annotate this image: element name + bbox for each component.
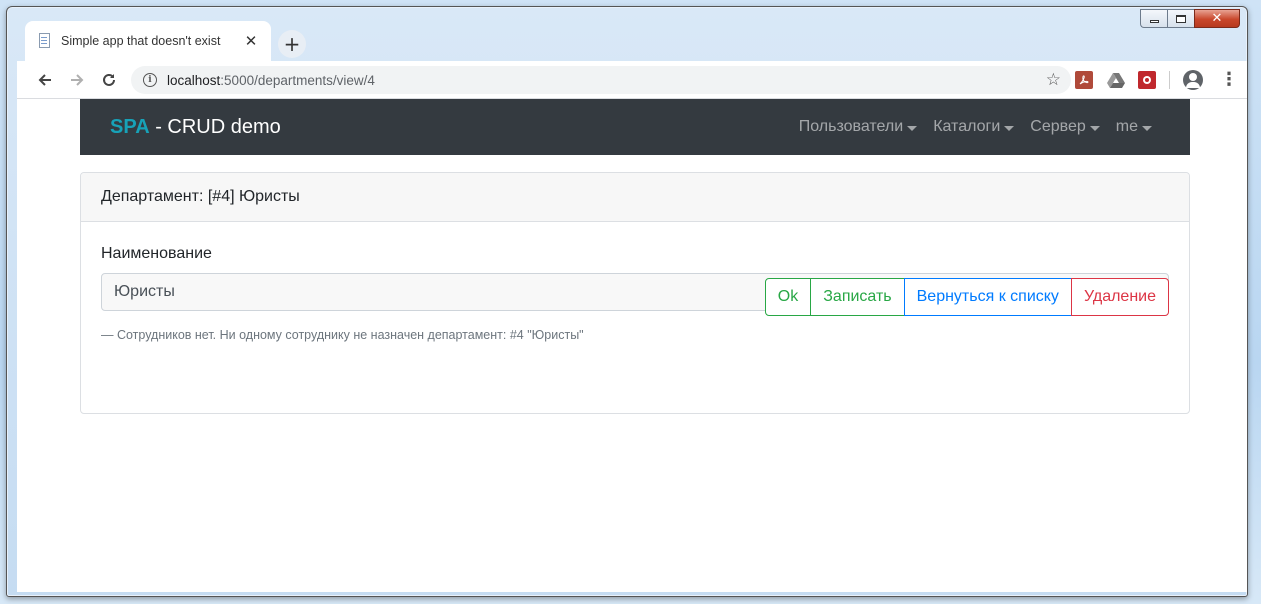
forward-button[interactable] xyxy=(61,64,93,96)
address-bar[interactable]: i localhost:5000/departments/view/4 ☆ xyxy=(131,66,1071,94)
info-icon[interactable]: i xyxy=(143,73,157,87)
back-button[interactable] xyxy=(29,64,61,96)
caret-down-icon xyxy=(907,125,918,131)
nav-item-label: Сервер xyxy=(1030,118,1086,135)
back-to-list-button[interactable]: Вернуться к списку xyxy=(903,278,1072,316)
brand-title: - CRUD demo xyxy=(149,115,281,138)
app-brand[interactable]: SPA - CRUD demo xyxy=(110,116,281,139)
plus-icon: + xyxy=(283,32,301,56)
acrobat-icon xyxy=(1079,75,1089,85)
caret-down-icon xyxy=(1142,125,1152,131)
url-text[interactable]: localhost:5000/departments/view/4 xyxy=(167,73,375,88)
save-button[interactable]: Записать xyxy=(810,278,905,316)
nav-item-catalogs[interactable]: Каталоги xyxy=(925,118,1022,136)
account-icon[interactable] xyxy=(1183,70,1203,90)
nav-item-label: me xyxy=(1115,118,1138,135)
tab-title: Simple app that doesn't exist xyxy=(61,34,221,48)
browser-toolbar: i localhost:5000/departments/view/4 ☆ ⋮ xyxy=(17,61,1247,99)
minimize-icon xyxy=(1149,20,1159,23)
brand-spa: SPA xyxy=(110,115,150,138)
extension-icon[interactable] xyxy=(1138,71,1156,89)
arrow-right-icon xyxy=(71,73,84,86)
nav-item-label: Пользователи xyxy=(798,118,904,135)
pdf-extension-icon[interactable] xyxy=(1075,71,1093,89)
window-controls: ✕ xyxy=(1140,9,1240,28)
arrow-left-icon xyxy=(38,73,51,86)
close-window-button[interactable]: ✕ xyxy=(1194,9,1240,28)
menu-kebab-icon[interactable]: ⋮ xyxy=(1220,70,1238,90)
caret-down-icon xyxy=(1089,125,1100,131)
tab-close-icon[interactable]: ✕ xyxy=(243,32,259,50)
close-icon: ✕ xyxy=(1211,11,1223,26)
puzzle-icon xyxy=(1143,76,1151,84)
nav-item-me[interactable]: me xyxy=(1108,118,1160,136)
maximize-icon xyxy=(1176,14,1186,23)
nav-menu: Пользователи Каталоги Сервер me xyxy=(791,118,1160,136)
caret-down-icon xyxy=(1004,125,1015,131)
document-icon xyxy=(37,33,53,49)
action-button-group: Ok Записать Вернуться к списку Удаление xyxy=(764,278,1169,316)
maximize-button[interactable] xyxy=(1167,9,1194,28)
card-title: Департамент: [#4] Юристы xyxy=(81,173,1189,222)
drive-icon xyxy=(1107,73,1125,88)
nav-item-label: Каталоги xyxy=(933,118,1001,135)
department-card: Департамент: [#4] Юристы Наименование Юр… xyxy=(80,172,1190,414)
name-field-label: Наименование xyxy=(101,245,212,262)
browser-window: ✕ Simple app that doesn't exist ✕ + i lo… xyxy=(6,6,1248,597)
reload-icon xyxy=(103,73,115,86)
bookmark-star-icon[interactable]: ☆ xyxy=(1046,70,1061,90)
browser-tab[interactable]: Simple app that doesn't exist ✕ xyxy=(25,21,271,61)
app-navbar: SPA - CRUD demo Пользователи Каталоги Се… xyxy=(80,99,1190,155)
reload-button[interactable] xyxy=(93,64,125,96)
drive-extension-icon[interactable] xyxy=(1107,71,1125,89)
minimize-button[interactable] xyxy=(1140,9,1167,28)
nav-item-users[interactable]: Пользователи xyxy=(791,118,925,136)
new-tab-button[interactable]: + xyxy=(278,30,306,58)
ok-button[interactable]: Ok xyxy=(764,278,812,316)
page-viewport: SPA - CRUD demo Пользователи Каталоги Се… xyxy=(17,99,1247,592)
delete-button[interactable]: Удаление xyxy=(1070,278,1169,316)
employees-note: — Сотрудников нет. Ни одному сотруднику … xyxy=(101,328,584,342)
nav-item-server[interactable]: Сервер xyxy=(1022,118,1107,136)
toolbar-divider xyxy=(1169,71,1170,89)
